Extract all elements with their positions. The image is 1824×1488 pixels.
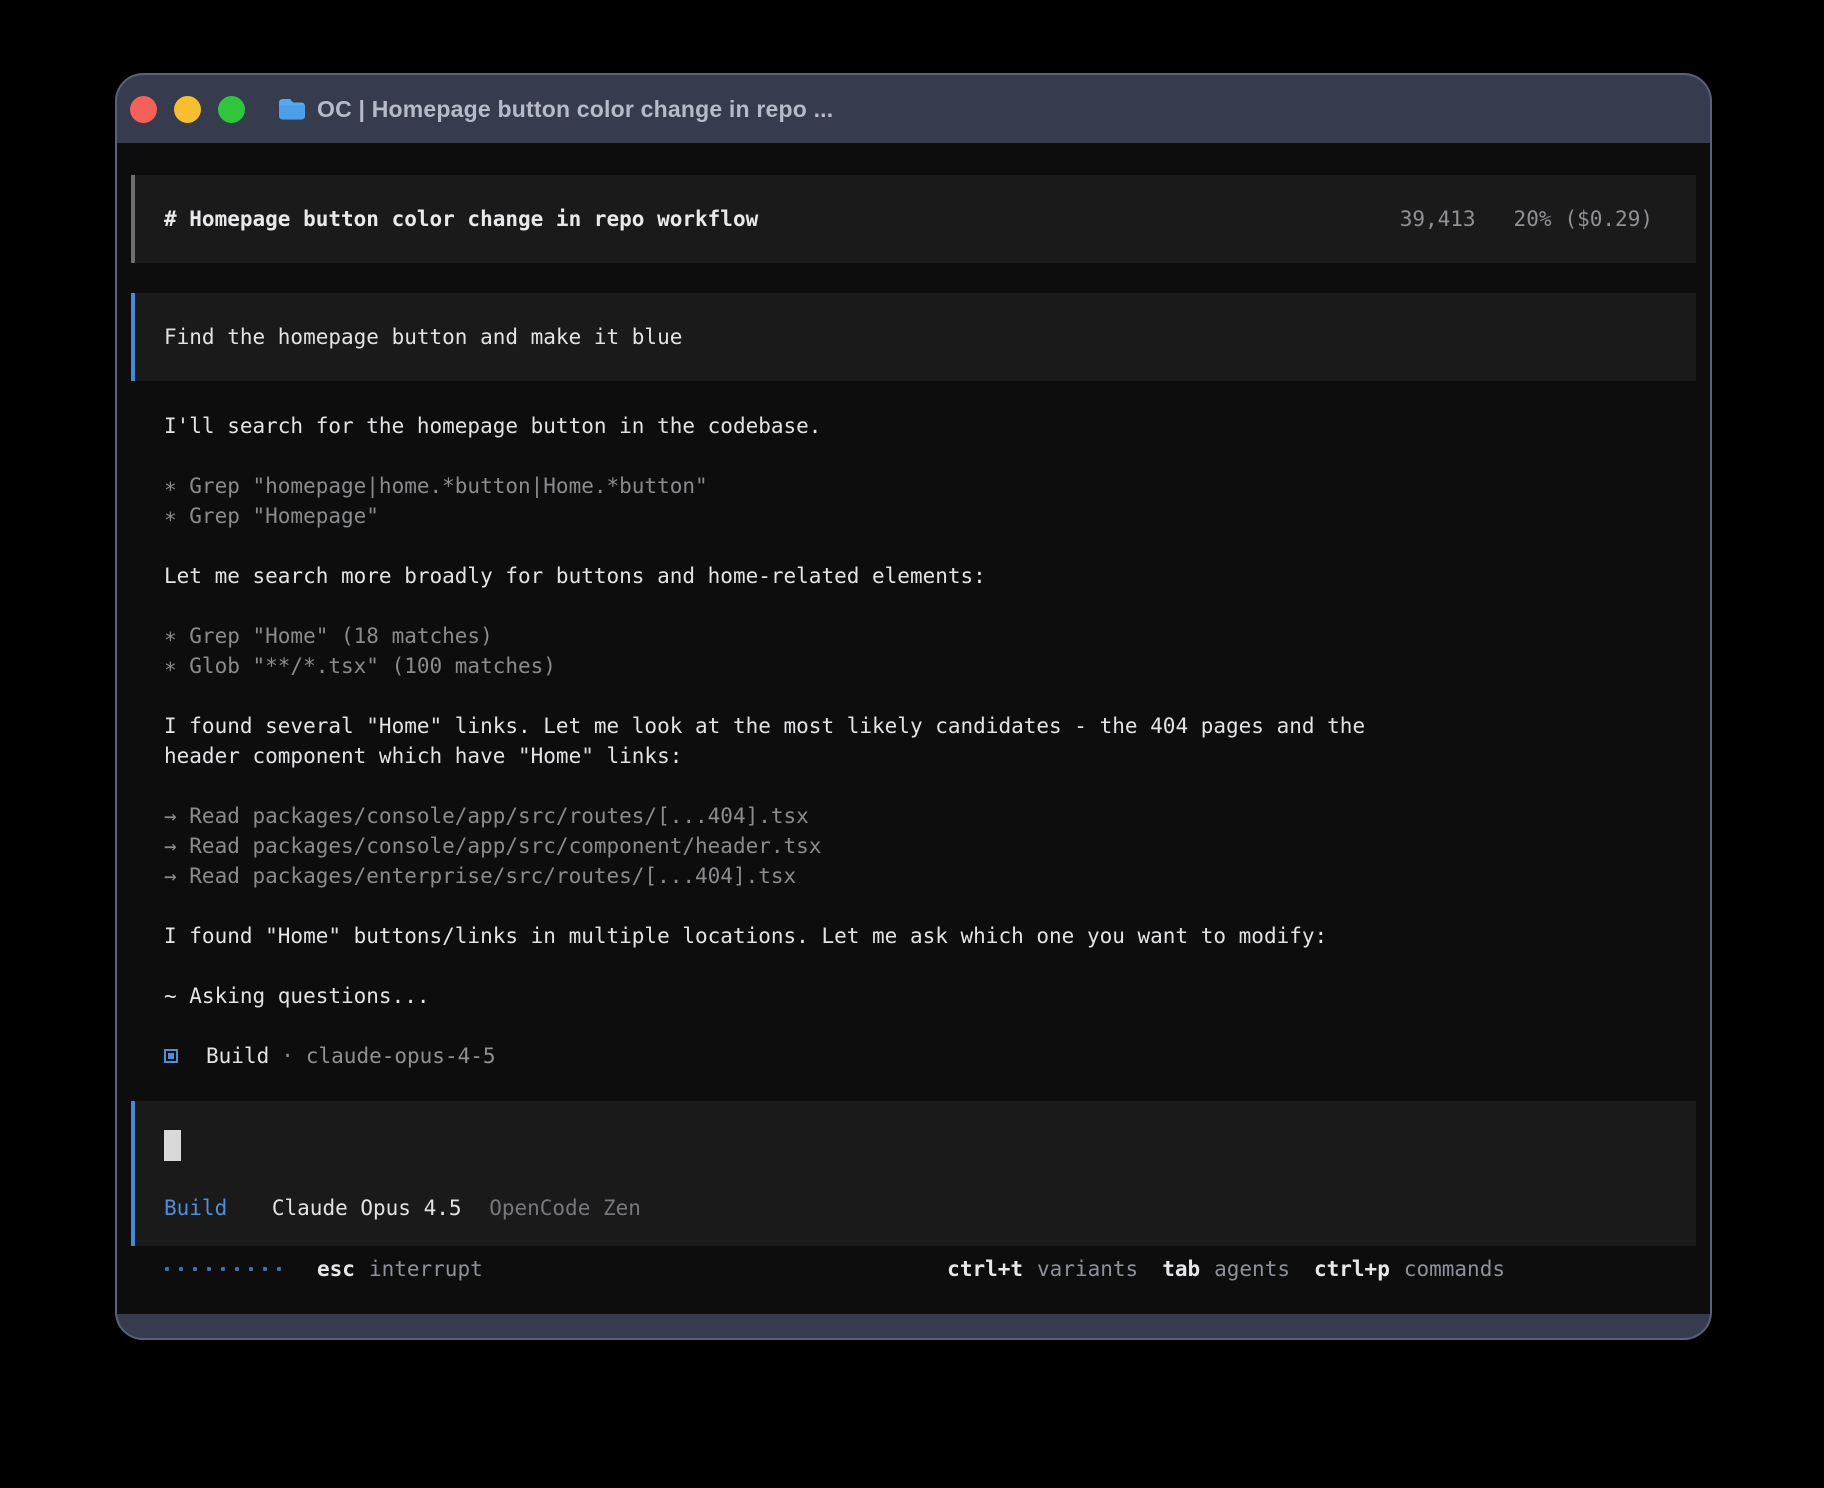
shortcut-label: agents xyxy=(1214,1257,1290,1281)
spinner-dot xyxy=(263,1267,267,1271)
input-status-row: Build Claude Opus 4.5 OpenCode Zen xyxy=(164,1193,1667,1223)
spinner-dot xyxy=(165,1267,169,1271)
shortcut-key: tab xyxy=(1162,1257,1200,1281)
tool-call-line: → Read packages/enterprise/src/routes/[.… xyxy=(164,861,1449,891)
spinner-dot xyxy=(193,1267,197,1271)
tool-call-line: ∗ Grep "Home" (18 matches) xyxy=(164,621,1449,651)
tool-call-line: ∗ Grep "homepage|home.*button|Home.*butt… xyxy=(164,471,1449,501)
footer-shortcuts: ctrl+t variants tab agents ctrl+p commands xyxy=(947,1254,1505,1284)
zoom-button[interactable] xyxy=(218,96,245,123)
tool-call-line: ∗ Glob "**/*.tsx" (100 matches) xyxy=(164,651,1449,681)
spinner-dot xyxy=(235,1267,239,1271)
tool-call-group: ∗ Grep "homepage|home.*button|Home.*butt… xyxy=(164,471,1449,531)
assistant-text: I found several "Home" links. Let me loo… xyxy=(164,711,1449,771)
tool-call-group: → Read packages/console/app/src/routes/[… xyxy=(164,801,1449,891)
agent-icon xyxy=(164,1049,178,1063)
spinner-dot xyxy=(221,1267,225,1271)
input-model-name: Claude Opus 4.5 xyxy=(272,1196,462,1220)
terminal-window: OC | Homepage button color change in rep… xyxy=(117,75,1710,1338)
shortcut-variants: ctrl+t variants xyxy=(947,1254,1138,1284)
shortcut-key: ctrl+t xyxy=(947,1257,1023,1281)
assistant-text: ~ Asking questions... xyxy=(164,981,1449,1011)
folder-icon xyxy=(278,97,306,121)
conversation: I'll search for the homepage button in t… xyxy=(164,411,1449,1011)
text-cursor xyxy=(164,1130,181,1161)
session-cost: ($0.29) xyxy=(1564,207,1653,231)
session-title: # Homepage button color change in repo w… xyxy=(164,204,758,234)
esc-key: esc xyxy=(317,1254,355,1284)
assistant-text: I found "Home" buttons/links in multiple… xyxy=(164,921,1449,951)
tokens-count: 39,413 xyxy=(1400,207,1476,231)
shortcut-key: ctrl+p xyxy=(1314,1257,1390,1281)
spinner-dots xyxy=(165,1267,281,1271)
status-separator: · xyxy=(281,1041,294,1071)
status-line: Build · claude-opus-4-5 xyxy=(164,1041,1710,1071)
spinner-dot xyxy=(179,1267,183,1271)
shortcut-label: variants xyxy=(1037,1257,1138,1281)
spinner-dot xyxy=(207,1267,211,1271)
user-message: Find the homepage button and make it blu… xyxy=(131,293,1696,381)
footer: esc interrupt ctrl+tvariantstabagentsctr… xyxy=(165,1254,1505,1284)
footer-left: esc interrupt xyxy=(165,1254,483,1284)
shortcut-label: commands xyxy=(1404,1257,1505,1281)
tool-call-line: → Read packages/console/app/src/routes/[… xyxy=(164,801,1449,831)
tool-call-group: ∗ Grep "Home" (18 matches)∗ Glob "**/*.t… xyxy=(164,621,1449,681)
input-agent-badge: Build xyxy=(164,1196,227,1220)
shortcut-agents: tab agents xyxy=(1162,1254,1290,1284)
spinner-dot xyxy=(249,1267,253,1271)
user-message-text: Find the homepage button and make it blu… xyxy=(164,325,682,349)
shortcut-commands: ctrl+p commands xyxy=(1314,1254,1505,1284)
input-provider-name: OpenCode Zen xyxy=(489,1196,641,1220)
assistant-text: I'll search for the homepage button in t… xyxy=(164,411,1449,441)
close-button[interactable] xyxy=(130,96,157,123)
assistant-text: Let me search more broadly for buttons a… xyxy=(164,561,1449,591)
minimize-button[interactable] xyxy=(174,96,201,123)
tool-call-line: ∗ Grep "Homepage" xyxy=(164,501,1449,531)
prompt-input[interactable]: Build Claude Opus 4.5 OpenCode Zen xyxy=(131,1101,1696,1246)
window-title: OC | Homepage button color change in rep… xyxy=(317,96,833,123)
tool-call-line: → Read packages/console/app/src/componen… xyxy=(164,831,1449,861)
spinner-dot xyxy=(277,1267,281,1271)
token-stats: 39,413 20% ($0.29) xyxy=(1400,204,1653,234)
context-percent: 20% xyxy=(1514,207,1552,231)
session-header: # Homepage button color change in repo w… xyxy=(131,175,1696,263)
titlebar: OC | Homepage button color change in rep… xyxy=(117,75,1710,143)
model-id: claude-opus-4-5 xyxy=(306,1041,496,1071)
esc-label: interrupt xyxy=(369,1254,483,1284)
terminal-content: # Homepage button color change in repo w… xyxy=(117,143,1710,1314)
agent-name: Build xyxy=(206,1041,269,1071)
